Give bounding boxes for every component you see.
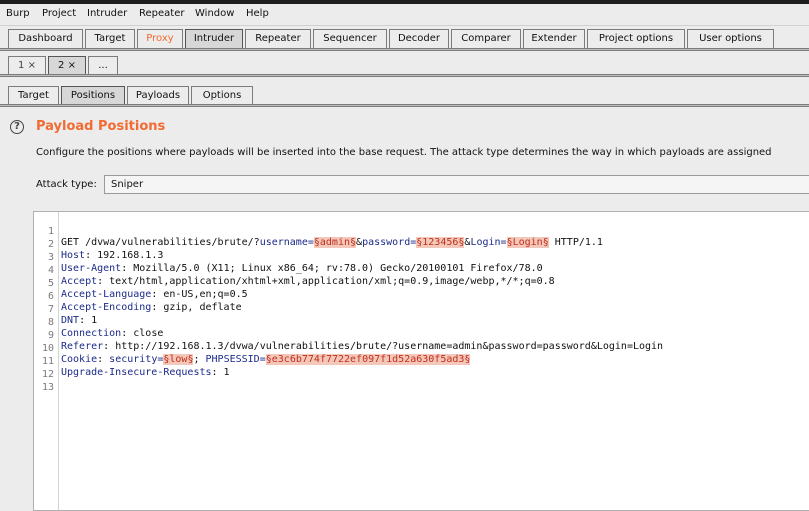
panel-description: Configure the positions where payloads w… [36,147,772,158]
subtab-positions[interactable]: Positions [61,86,125,105]
main-tab-underline [0,48,809,51]
header-value: : 1 [79,315,98,326]
help-icon[interactable]: ? [10,120,24,134]
request-line-2: 2 Host: 192.168.1.3 [34,228,163,261]
payload-marker-password: §123456§ [416,237,465,248]
request-line-4: 4 Accept: text/html,application/xhtml+xm… [34,254,555,287]
param-username: username= [259,237,314,248]
payload-marker-phpsessid: §e3c6b774f7722ef097f1d52a630f5ad3§ [265,354,471,365]
header-key: User-Agent [61,263,122,274]
header-key: Accept-Encoding [61,302,152,313]
request-line-9: 9 Referer: http://192.168.1.3/dvwa/vulne… [34,319,663,352]
payload-marker-username: §admin§ [313,237,357,248]
tab-project-options[interactable]: Project options [587,29,685,48]
menu-burp[interactable]: Burp [6,8,30,19]
request-line-3: 3 User-Agent: Mozilla/5.0 (X11; Linux x8… [34,241,543,274]
header-value: : Mozilla/5.0 (X11; Linux x86_64; rv:78.… [121,263,543,274]
sub-tab-underline [0,104,809,107]
header-key: Upgrade-Insecure-Requests [61,367,212,378]
tab-target[interactable]: Target [85,29,135,48]
panel-title: Payload Positions [36,119,166,134]
attack-tab-1[interactable]: 1 × [8,56,46,74]
request-line-8: 8 Connection: close [34,306,163,339]
tab-sequencer[interactable]: Sequencer [313,29,387,48]
header-value: : close [121,328,164,339]
menu-project[interactable]: Project [42,8,76,19]
header-key: DNT [61,315,80,326]
menu-intruder[interactable]: Intruder [87,8,127,19]
request-line-10: 10 Cookie: security=§low§; PHPSESSID=§e3… [34,332,471,365]
tab-dashboard[interactable]: Dashboard [8,29,83,48]
request-line-1: 1 GET /dvwa/vulnerabilities/brute/?usern… [34,215,603,248]
attack-type-select[interactable]: Sniper [104,175,809,194]
menu-bar: Burp Project Intruder Repeater Window He… [0,4,809,26]
tab-decoder[interactable]: Decoder [389,29,449,48]
request-line-13: 13 [34,371,58,393]
tab-comparer[interactable]: Comparer [451,29,521,48]
request-line-7: 7 DNT: 1 [34,293,97,326]
line-number: 13 [41,382,54,393]
tab-user-options[interactable]: User options [687,29,774,48]
header-key: Connection [61,328,122,339]
header-value: : text/html,application/xhtml+xml,applic… [97,276,555,287]
subtab-payloads[interactable]: Payloads [127,86,189,105]
header-key: Cookie [61,354,98,365]
separator: : [97,354,110,365]
attack-type-label: Attack type: [36,179,97,190]
attack-tab-2[interactable]: 2 × [48,56,86,74]
http-version: HTTP/1.1 [548,237,603,248]
param-password: password= [362,237,417,248]
menu-window[interactable]: Window [195,8,234,19]
header-key: Host [61,250,86,261]
new-attack-tab[interactable]: ... [88,56,118,74]
param-login: Login= [470,237,507,248]
menu-help[interactable]: Help [246,8,269,19]
subtab-options[interactable]: Options [191,86,253,105]
header-key: Referer [61,341,104,352]
subtab-target[interactable]: Target [8,86,59,105]
tab-repeater[interactable]: Repeater [245,29,311,48]
header-value: : en-US,en;q=0.5 [151,289,248,300]
cookie-security: security= [109,354,164,365]
cookie-phpsessid: PHPSESSID= [205,354,266,365]
request-line-6: 6 Accept-Encoding: gzip, deflate [34,280,242,313]
header-value: : 1 [211,367,230,378]
header-value: : http://192.168.1.3/dvwa/vulnerabilitie… [103,341,664,352]
request-line-12: 12 [34,358,58,380]
header-value: : 192.168.1.3 [85,250,164,261]
header-value: : gzip, deflate [151,302,242,313]
tab-proxy[interactable]: Proxy [137,29,183,48]
request-line-5: 5 Accept-Language: en-US,en;q=0.5 [34,267,248,300]
header-key: Accept-Language [61,289,152,300]
payload-marker-security: §low§ [163,354,194,365]
request-path: GET /dvwa/vulnerabilities/brute/? [61,237,260,248]
header-key: Accept [61,276,98,287]
request-editor[interactable]: 1 GET /dvwa/vulnerabilities/brute/?usern… [33,211,809,511]
tab-extender[interactable]: Extender [523,29,585,48]
tab-intruder[interactable]: Intruder [185,29,243,48]
attack-tab-underline [0,74,809,77]
separator: ; [193,354,206,365]
menu-repeater[interactable]: Repeater [139,8,184,19]
payload-marker-login: §Login§ [506,237,549,248]
request-line-11: 11 Upgrade-Insecure-Requests: 1 [34,345,230,378]
